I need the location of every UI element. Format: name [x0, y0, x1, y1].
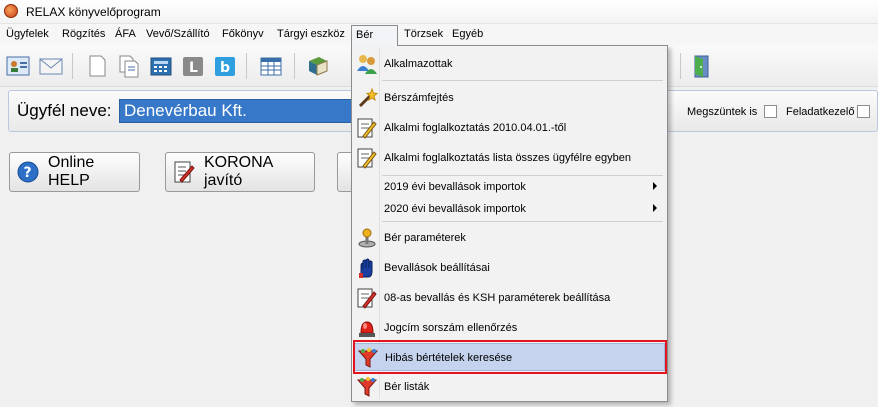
edit-document-icon [356, 117, 378, 139]
blank-document-icon[interactable] [84, 53, 110, 79]
svg-text:b: b [220, 60, 230, 76]
menu-torzsek[interactable]: Törzsek [404, 27, 443, 43]
client-name-field[interactable]: Denevérbau Kft. [119, 99, 364, 123]
checkbox-processor-label: Feladatkezelő [786, 106, 855, 118]
calculator-icon[interactable] [148, 53, 174, 79]
submenu-arrow-icon [653, 182, 657, 190]
menu-option-ber-parameterek[interactable]: Bér paraméterek [354, 224, 665, 252]
table-grid-icon[interactable] [258, 53, 284, 79]
title-bar: RELAX könyvelőprogram [0, 0, 878, 24]
checkbox-closed[interactable] [764, 105, 777, 118]
menu-ber[interactable]: Bér [351, 25, 398, 46]
online-help-label: Online HELP [48, 154, 95, 189]
checkbox-closed-label: Megszüntek is [687, 106, 758, 118]
letter-b-icon[interactable]: b [212, 53, 238, 79]
book-icon[interactable] [305, 53, 331, 79]
highlight-outline [353, 340, 667, 374]
menu-vevo-szallito[interactable]: Vevő/Szállító [146, 27, 210, 43]
client-name-label: Ügyfél neve: [17, 101, 112, 120]
menu-option-2020-importok[interactable]: 2020 évi bevallások importok [354, 198, 665, 220]
menu-option-2019-importok[interactable]: 2019 évi bevallások importok [354, 176, 665, 198]
menu-targyi-eszkoz[interactable]: Tárgyi eszköz [277, 27, 345, 43]
filter-icon [356, 376, 378, 398]
copy-documents-icon[interactable] [116, 53, 142, 79]
menu-option-alkalmi-lista[interactable]: Alkalmi foglalkoztatás lista összes ügyf… [354, 144, 665, 172]
korona-fix-button[interactable]: KORONA javító [165, 152, 315, 192]
menu-rogzites[interactable]: Rögzítés [62, 27, 105, 43]
alarm-light-icon [356, 317, 378, 339]
hand-settings-icon [356, 257, 378, 279]
submenu-arrow-icon [653, 204, 657, 212]
online-help-button[interactable]: ? Online HELP [9, 152, 140, 192]
magic-wand-icon [356, 87, 379, 109]
menu-fokonyv[interactable]: Főkönyv [222, 27, 264, 43]
edit-document-icon [356, 287, 378, 309]
menu-ugyfelek[interactable]: Ügyfelek [6, 27, 49, 43]
mail-icon[interactable] [38, 53, 64, 79]
checkbox-processor[interactable] [857, 105, 870, 118]
svg-text:?: ? [24, 165, 32, 181]
menu-option-08-bevallas[interactable]: 08-as bevallás és KSH paraméterek beállí… [354, 284, 665, 312]
app-icon [4, 4, 18, 18]
joystick-icon [356, 227, 378, 249]
window-title: RELAX könyvelőprogram [26, 5, 161, 19]
letter-l-icon[interactable]: L [180, 53, 206, 79]
menu-afa[interactable]: ÁFA [115, 27, 136, 43]
menu-option-jogcim-ellenorzes[interactable]: Jogcím sorszám ellenőrzés [354, 314, 665, 342]
edit-document-icon [172, 160, 196, 184]
client-card-icon[interactable] [5, 53, 31, 79]
menu-option-alkalmazottak[interactable]: Alkalmazottak [354, 50, 665, 78]
menu-option-ber-listak[interactable]: Bér listák [354, 373, 665, 401]
menu-option-alkalmi-foglalkoztatas[interactable]: Alkalmi foglalkoztatás 2010.04.01.-től [354, 114, 665, 142]
svg-text:L: L [189, 60, 198, 76]
menu-option-berszamfejtes[interactable]: Bérszámfejtés [354, 84, 665, 112]
menu-option-bevallasok-beallitasai[interactable]: Bevallások beállításai [354, 254, 665, 282]
exit-door-icon[interactable] [688, 53, 714, 79]
korona-fix-label: KORONA javító [204, 154, 273, 189]
help-icon: ? [16, 160, 40, 184]
edit-document-icon [356, 147, 378, 169]
menu-bar: Ügyfelek Rögzítés ÁFA Vevő/Szállító Főkö… [0, 24, 878, 46]
menu-egyeb[interactable]: Egyéb [452, 27, 483, 43]
people-icon [356, 53, 378, 75]
